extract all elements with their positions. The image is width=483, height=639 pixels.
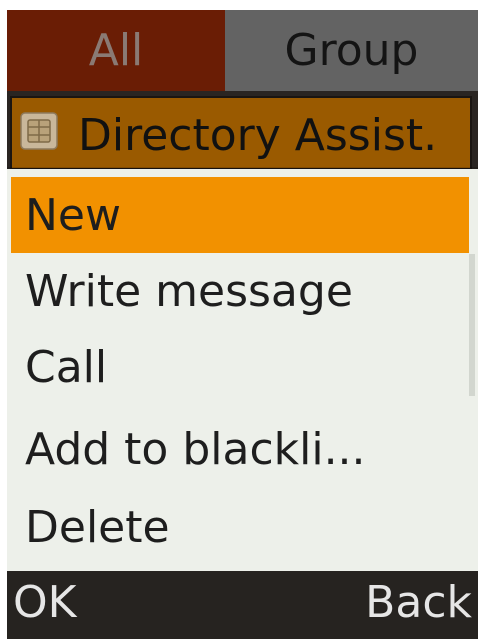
softkey-bar: OK Back [7, 571, 478, 639]
menu-item-label: Write message [25, 265, 353, 317]
tab-bar: All Group [7, 10, 478, 91]
menu-item-add-to-blacklist[interactable]: Add to blackli... [11, 411, 469, 487]
contact-list-item[interactable]: Directory Assist. [10, 96, 472, 170]
tab-all[interactable]: All [7, 10, 225, 91]
tab-group-label: Group [284, 24, 419, 76]
options-menu: New Write message Call Add to blackli...… [7, 169, 478, 571]
menu-item-delete[interactable]: Delete [11, 489, 469, 565]
menu-item-label: Delete [25, 501, 170, 553]
menu-scrollbar[interactable] [469, 254, 475, 396]
contact-list: Directory Assist. [7, 91, 478, 173]
menu-item-write-message[interactable]: Write message [11, 253, 469, 329]
tab-group[interactable]: Group [225, 10, 478, 91]
ok-softkey[interactable]: OK [13, 577, 77, 630]
menu-item-call[interactable]: Call [11, 329, 469, 405]
menu-item-label: Call [25, 341, 108, 393]
menu-item-label: New [25, 189, 121, 241]
tab-all-label: All [88, 24, 144, 76]
menu-item-label: Add to blackli... [25, 423, 366, 475]
sim-card-icon [20, 112, 58, 150]
back-softkey[interactable]: Back [365, 577, 472, 630]
phone-screen: All Group Directory Assist. New Write me… [7, 10, 478, 639]
menu-item-new[interactable]: New [11, 177, 469, 253]
contact-name: Directory Assist. [78, 110, 438, 161]
